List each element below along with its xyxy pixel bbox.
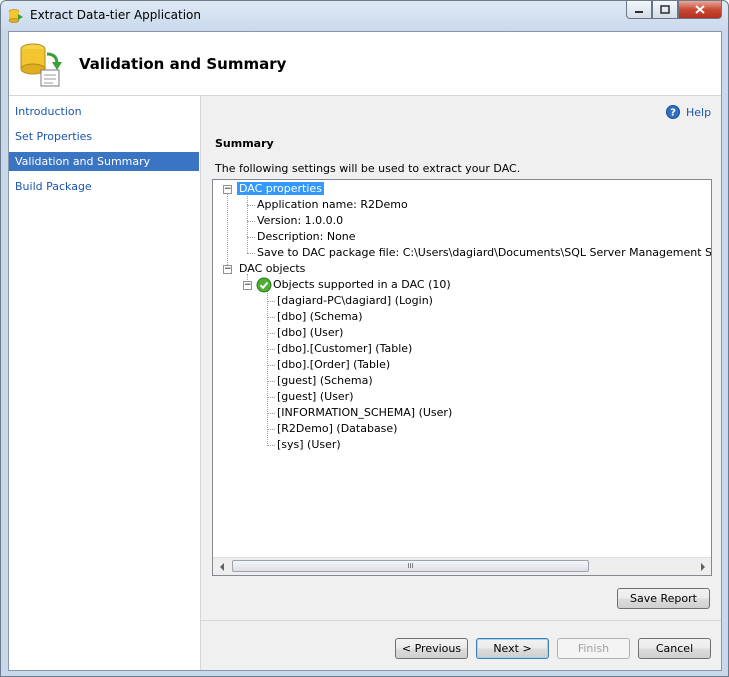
tree-connector <box>247 193 249 253</box>
tree-item[interactable]: [guest] (Schema) <box>277 373 373 389</box>
close-button[interactable] <box>678 1 722 19</box>
tree-item[interactable]: [R2Demo] (Database) <box>277 421 397 437</box>
tree-connector <box>247 253 255 255</box>
collapse-icon[interactable]: − <box>223 265 232 274</box>
tree-item[interactable]: Version: 1.0.0.0 <box>257 213 343 229</box>
dialog-client: Validation and Summary Introduction Set … <box>8 31 722 671</box>
save-report-button[interactable]: Save Report <box>617 588 710 609</box>
horizontal-scrollbar[interactable]: III <box>213 557 711 575</box>
arrow-left-icon <box>219 562 224 571</box>
tree-node-label: DAC properties <box>237 182 324 195</box>
tree-connector <box>227 193 229 269</box>
scroll-left-button[interactable] <box>213 558 230 575</box>
tree-connector <box>267 317 275 319</box>
tree-item[interactable]: [sys] (User) <box>277 437 341 453</box>
title-bar[interactable]: Extract Data-tier Application <box>1 1 728 31</box>
tree-item[interactable]: [INFORMATION_SCHEMA] (User) <box>277 405 452 421</box>
tree-node-objects-supported[interactable]: Objects supported in a DAC (10) <box>273 277 451 293</box>
minimize-button[interactable] <box>626 1 652 19</box>
tree-item[interactable]: Application name: R2Demo <box>257 197 408 213</box>
tree-connector <box>267 365 275 367</box>
summary-tree[interactable]: − DAC properties Application name: R2Dem… <box>212 179 712 576</box>
maximize-icon <box>660 5 670 14</box>
nav-item-set-properties[interactable]: Set Properties <box>9 127 199 146</box>
next-button[interactable]: Next > <box>476 638 549 659</box>
tree-item[interactable]: [dagiard-PC\dagiard] (Login) <box>277 293 433 309</box>
scroll-thumb[interactable]: III <box>232 560 589 572</box>
arrow-right-icon <box>700 562 705 571</box>
tree-connector <box>267 290 269 444</box>
tree-connector <box>267 397 275 399</box>
cancel-button[interactable]: Cancel <box>638 638 711 659</box>
scroll-right-button[interactable] <box>694 558 711 575</box>
tree-item[interactable]: [dbo].[Order] (Table) <box>277 357 390 373</box>
page-title: Validation and Summary <box>79 55 287 73</box>
tree-connector <box>267 429 275 431</box>
tree-connector <box>247 205 255 207</box>
tree-node-dac-objects[interactable]: DAC objects <box>239 261 305 277</box>
dialog-window: Extract Data-tier Application Validation… <box>0 0 729 677</box>
summary-heading: Summary <box>215 137 274 150</box>
tree-item[interactable]: [dbo].[Customer] (Table) <box>277 341 412 357</box>
app-icon <box>8 9 23 23</box>
tree-item[interactable]: [guest] (User) <box>277 389 354 405</box>
help-label: Help <box>686 105 712 119</box>
tree-connector <box>267 413 275 415</box>
previous-button[interactable]: < Previous <box>395 638 468 659</box>
close-icon <box>695 5 705 14</box>
window-title: Extract Data-tier Application <box>30 8 201 22</box>
maximize-button[interactable] <box>652 1 678 19</box>
tree-connector <box>267 349 275 351</box>
page-header: Validation and Summary <box>9 32 721 96</box>
caption-buttons <box>626 1 722 20</box>
nav-item-validation-and-summary[interactable]: Validation and Summary <box>9 152 199 171</box>
tree-connector <box>247 221 255 223</box>
collapse-icon[interactable]: − <box>223 185 232 194</box>
tree-connector <box>247 237 255 239</box>
tree-item[interactable]: [dbo] (User) <box>277 325 343 341</box>
nav-item-introduction[interactable]: Introduction <box>9 102 199 121</box>
minimize-icon <box>635 10 643 13</box>
help-icon: ? <box>666 105 680 119</box>
help-link[interactable]: ? Help <box>666 105 711 119</box>
tree-item[interactable]: Description: None <box>257 229 356 245</box>
tree-connector <box>267 381 275 383</box>
summary-description: The following settings will be used to e… <box>215 162 521 175</box>
svg-text:?: ? <box>670 108 676 119</box>
tree-item[interactable]: [dbo] (Schema) <box>277 309 363 325</box>
tree-connector <box>267 301 275 303</box>
tree-node-dac-properties[interactable]: DAC properties <box>237 181 324 197</box>
tree-connector <box>267 445 275 447</box>
database-extract-icon <box>20 43 62 87</box>
tree-connector <box>267 333 275 335</box>
collapse-icon[interactable]: − <box>243 281 252 290</box>
footer-separator <box>201 620 721 621</box>
nav-item-build-package[interactable]: Build Package <box>9 177 199 196</box>
check-icon <box>256 277 272 293</box>
wizard-nav: Introduction Set Properties Validation a… <box>9 96 201 670</box>
finish-button[interactable]: Finish <box>557 638 630 659</box>
tree-item[interactable]: Save to DAC package file: C:\Users\dagia… <box>257 245 711 261</box>
